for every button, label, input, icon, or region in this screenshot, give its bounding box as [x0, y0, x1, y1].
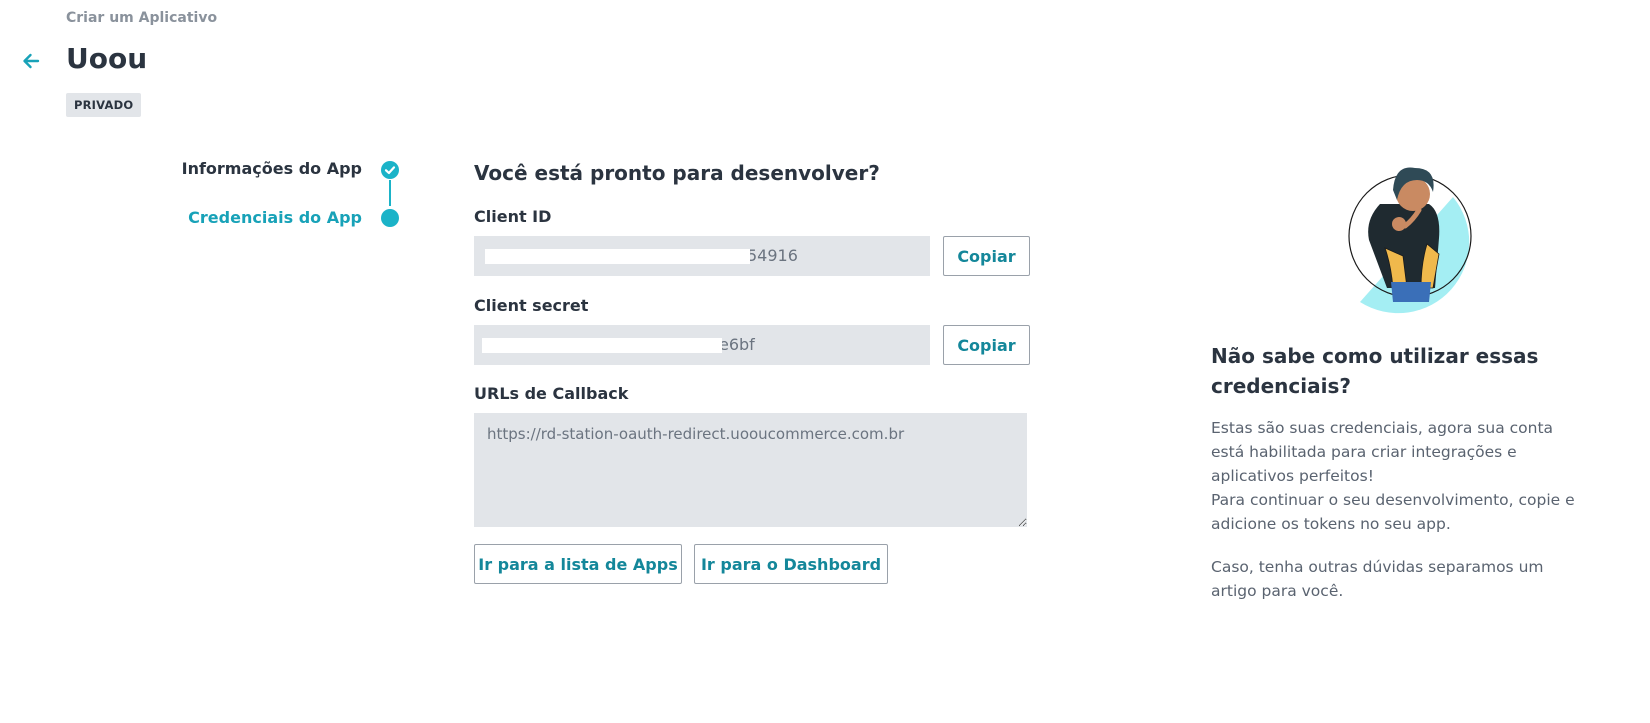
step-connector — [389, 180, 391, 206]
go-to-dashboard-button[interactable]: Ir para o Dashboard — [694, 544, 888, 584]
copy-client-id-button[interactable]: Copiar — [943, 236, 1030, 276]
status-badge: PRIVADO — [66, 93, 142, 117]
client-id-field[interactable]: 54916 — [474, 236, 930, 276]
help-title: Não sabe como utilizar essas credenciais… — [1211, 344, 1539, 398]
breadcrumb[interactable]: Criar um Aplicativo — [66, 10, 217, 26]
client-secret-field[interactable]: e6bf — [474, 325, 930, 365]
redaction-mask — [485, 249, 750, 264]
client-secret-label: Client secret — [474, 296, 589, 315]
help-article-text: Caso, tenha outras dúvidas separamos um … — [1211, 558, 1544, 600]
back-button[interactable] — [20, 50, 42, 72]
client-id-label: Client ID — [474, 207, 552, 226]
step-label-app-credentials[interactable]: Credenciais do App — [188, 208, 362, 227]
arrow-left-icon — [23, 53, 40, 69]
redaction-mask — [482, 338, 722, 353]
check-icon — [384, 166, 396, 175]
page-title: Uoou — [66, 42, 148, 75]
step-label-app-info[interactable]: Informações do App — [182, 159, 362, 178]
help-paragraph-line: Estas são suas credenciais, agora sua co… — [1211, 419, 1554, 485]
section-heading: Você está pronto para desenvolver? — [474, 161, 880, 185]
help-paragraph-line: Para continuar o seu desenvolvimento, co… — [1211, 491, 1575, 533]
callback-urls-textarea[interactable]: https://rd-station-oauth-redirect.uoouco… — [474, 413, 1027, 527]
client-id-value: 54916 — [747, 246, 798, 265]
step-active-indicator — [381, 209, 399, 227]
go-to-apps-list-button[interactable]: Ir para a lista de Apps — [474, 544, 682, 584]
help-paragraph: Estas são suas credenciais, agora sua co… — [1211, 416, 1591, 536]
thinking-person-illustration — [1335, 160, 1485, 315]
copy-client-secret-button[interactable]: Copiar — [943, 325, 1030, 365]
callback-urls-label: URLs de Callback — [474, 384, 629, 403]
client-secret-value: e6bf — [719, 335, 755, 354]
step-completed-indicator — [381, 161, 399, 179]
